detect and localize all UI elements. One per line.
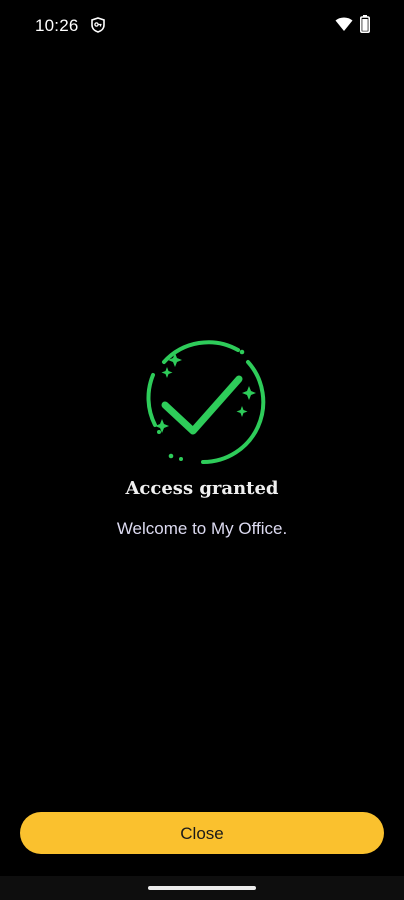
vpn-key-icon [91,17,105,33]
close-button[interactable]: Close [20,812,384,854]
home-indicator[interactable] [148,886,256,890]
welcome-message: Welcome to My Office. [116,519,288,538]
checkmark-sparkle-circle-icon [146,340,266,465]
battery-icon [360,15,370,33]
status-bar: 10:26 [0,0,404,52]
wifi-icon [335,17,353,31]
access-granted-title: Access granted [125,478,279,499]
status-time: 10:26 [35,16,79,35]
